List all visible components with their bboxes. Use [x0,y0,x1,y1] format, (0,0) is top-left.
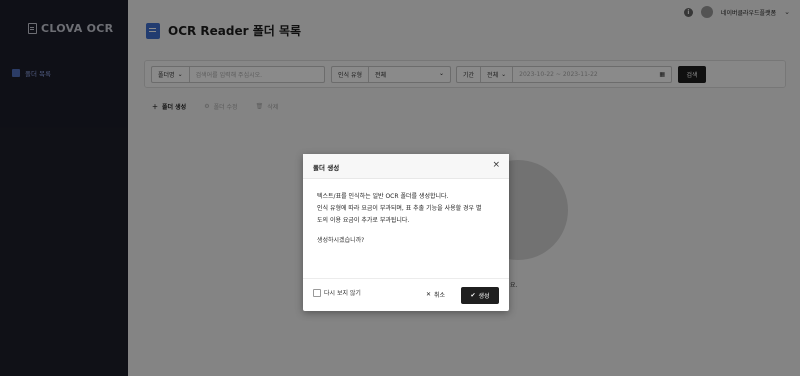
close-icon[interactable]: × [492,160,500,170]
dialog-header: 폴더 생성 × [303,154,509,179]
create-folder-dialog: 폴더 생성 × 텍스트/표를 인식하는 일반 OCR 폴더를 생성합니다. 인식… [303,154,509,311]
checkbox-box[interactable] [313,288,321,297]
dont-show-again-checkbox[interactable]: 다시 보지 않기 [313,288,361,297]
close-icon: ✕ [426,291,432,298]
dialog-title: 폴더 생성 [313,164,340,172]
cancel-button[interactable]: ✕ 취소 [426,290,445,299]
dialog-message: 텍스트/표를 인식하는 일반 OCR 폴더를 생성합니다. 인식 유형에 따라 … [317,191,499,227]
dialog-question: 생성하시겠습니까? [317,237,365,244]
dialog-footer: 다시 보지 않기 ✕ 취소 ✔ 생성 [303,278,509,311]
check-icon: ✔ [470,292,476,299]
checkbox-label: 다시 보지 않기 [324,290,361,297]
dialog-message-line: 텍스트/표를 인식하는 일반 OCR 폴더를 생성합니다. [317,193,449,200]
dialog-message-line: 도의 이용 요금이 추가로 부과됩니다. [317,217,410,224]
dialog-message-line: 인식 유형에 따라 요금이 부과되며, 표 추출 기능을 사용할 경우 별 [317,205,482,212]
create-button[interactable]: ✔ 생성 [461,287,499,304]
